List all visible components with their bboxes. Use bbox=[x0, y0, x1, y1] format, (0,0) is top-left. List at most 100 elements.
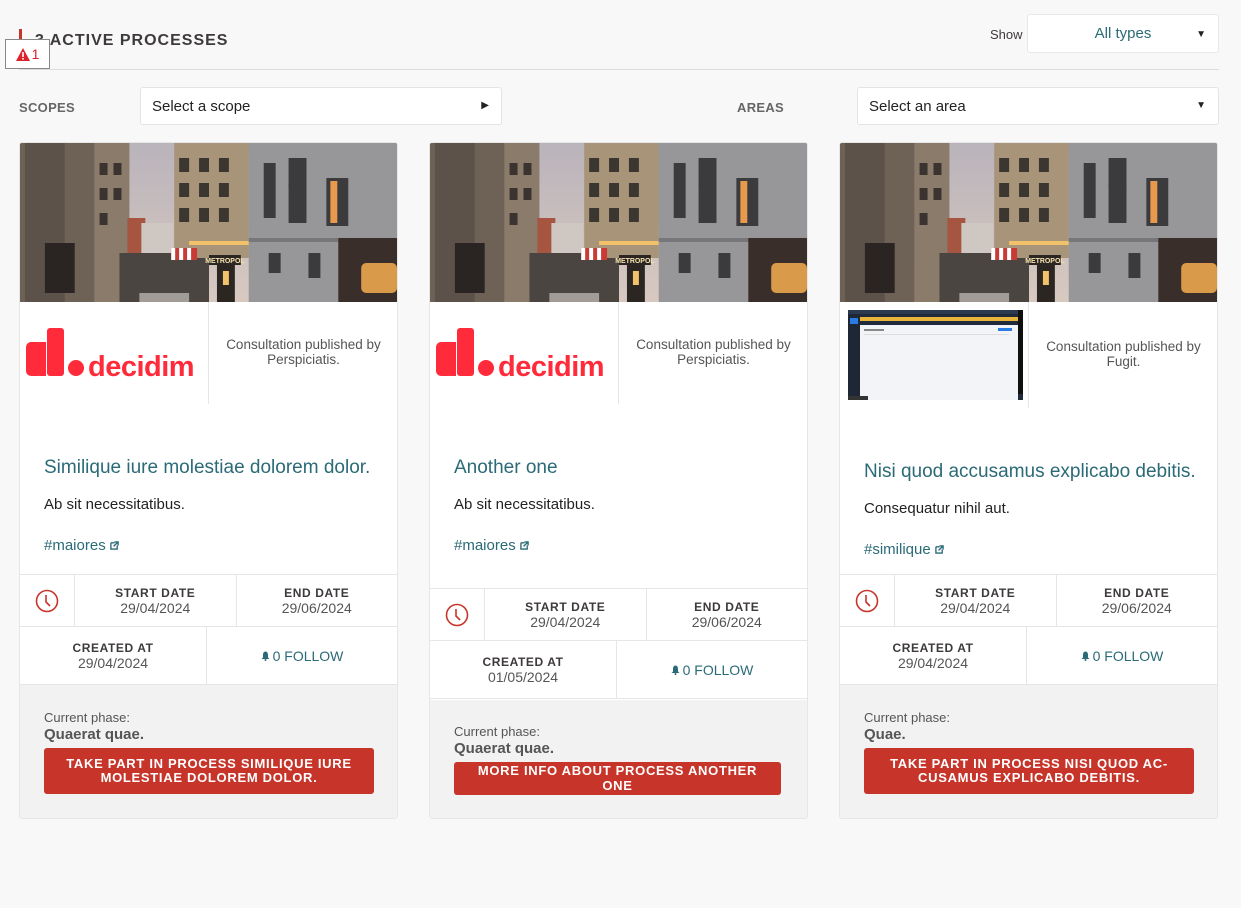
created-at-label: Created at bbox=[482, 654, 564, 669]
follow-count: 0 FOLLOW bbox=[1092, 647, 1164, 664]
external-link-icon bbox=[109, 541, 119, 550]
publisher-text: Consultation published by Fugit. bbox=[1046, 339, 1201, 369]
card-meta: decidim Consultation published by Perspi… bbox=[430, 302, 807, 404]
card-meta: Consultation published by Fugit. bbox=[840, 302, 1217, 408]
dates-row: Start date 29/04/2024 End date 29/06/202… bbox=[430, 588, 807, 641]
external-link-icon bbox=[519, 541, 529, 550]
organization-logo bbox=[840, 302, 1029, 408]
current-phase-label: Current phase: bbox=[864, 710, 950, 725]
process-hero-image[interactable]: METROPOL bbox=[430, 143, 807, 302]
clock-cell bbox=[840, 575, 895, 626]
follow-button[interactable]: 0 FOLLOW bbox=[1027, 627, 1217, 684]
clock-icon bbox=[35, 589, 59, 612]
process-card[interactable]: METROPOL decidim Consultation published … bbox=[429, 142, 808, 819]
external-link-icon bbox=[934, 545, 944, 554]
card-footer: Current phase: Quaerat quae. Take part i… bbox=[20, 685, 397, 818]
current-phase-label: Current phase: bbox=[44, 710, 130, 725]
start-date-value: 29/04/2024 bbox=[120, 599, 191, 616]
process-title-link[interactable]: Similique iure molestiae dolorem dolor. bbox=[44, 457, 370, 479]
page-title: 3 Active Processes bbox=[35, 32, 229, 49]
take-part-button[interactable]: Take part in process Nisi quod ac-cusamu… bbox=[864, 748, 1194, 794]
street-photo: METROPOL bbox=[840, 143, 1217, 302]
clock-icon bbox=[445, 603, 469, 626]
start-date-value: 29/04/2024 bbox=[940, 599, 1011, 616]
start-date-label: Start date bbox=[525, 599, 606, 614]
created-at-value: 29/04/2024 bbox=[897, 654, 969, 671]
hashtag-link[interactable]: #maiores bbox=[454, 537, 529, 554]
svg-text:decidim: decidim bbox=[498, 351, 604, 378]
hashtag-text: #maiores bbox=[454, 537, 516, 554]
process-title-link[interactable]: Another one bbox=[454, 457, 558, 479]
process-hero-image[interactable]: METROPOL bbox=[840, 143, 1217, 302]
end-date-value: 29/06/2024 bbox=[1101, 599, 1172, 616]
end-date-cell: End date 29/06/2024 bbox=[235, 575, 398, 626]
end-date-cell: End date 29/06/2024 bbox=[645, 589, 808, 640]
end-date-cell: End date 29/06/2024 bbox=[1055, 575, 1218, 626]
created-at-label: Created at bbox=[892, 640, 974, 655]
publisher-text: Consultation published by Perspiciatis. bbox=[226, 337, 381, 367]
area-select-value: Select an area bbox=[869, 98, 966, 115]
card-footer: Current phase: Quae. Take part in proces… bbox=[840, 685, 1217, 818]
end-date-label: End date bbox=[694, 599, 760, 614]
bell-icon bbox=[671, 665, 680, 675]
created-at-value: 01/05/2024 bbox=[487, 668, 559, 685]
hashtag-link[interactable]: #similique bbox=[864, 541, 944, 558]
scope-select[interactable]: Select a scope ▶ bbox=[140, 87, 502, 125]
end-date-label: End date bbox=[1104, 585, 1170, 600]
process-title-link[interactable]: Nisi quod accusamus explicabo debitis. bbox=[864, 461, 1196, 483]
card-footer: Current phase: Quaerat quae. More info a… bbox=[430, 700, 807, 818]
more-info-button[interactable]: More info about process Another one bbox=[454, 762, 781, 795]
start-date-cell: Start date 29/04/2024 bbox=[485, 589, 646, 640]
street-photo: METROPOL bbox=[20, 143, 397, 302]
show-label: Show bbox=[990, 27, 1023, 42]
area-select[interactable]: Select an area ▼ bbox=[857, 87, 1219, 125]
scope-select-value: Select a scope bbox=[152, 98, 251, 115]
dates-row: Start date 29/04/2024 End date 29/06/202… bbox=[20, 574, 397, 627]
type-filter-value: All types bbox=[1094, 25, 1152, 42]
process-card[interactable]: METROPOL Consultation published by Fugit… bbox=[839, 142, 1218, 819]
start-date-label: Start date bbox=[935, 585, 1016, 600]
caret-down-icon: ▼ bbox=[1196, 29, 1206, 40]
bell-icon bbox=[261, 651, 270, 661]
process-description: Consequatur nihil aut. bbox=[864, 500, 1010, 517]
end-date-value: 29/06/2024 bbox=[691, 613, 762, 630]
hashtag-text: #maiores bbox=[44, 537, 106, 554]
take-part-button[interactable]: Take part in process Similique iure mole… bbox=[44, 748, 374, 794]
type-filter-select[interactable]: All types ▼ bbox=[1027, 14, 1219, 53]
follow-button[interactable]: 0 FOLLOW bbox=[207, 627, 397, 684]
info-row: Created at 29/04/2024 0 FOLLOW bbox=[20, 627, 397, 685]
hashtag-link[interactable]: #maiores bbox=[44, 537, 119, 554]
organization-logo: decidim bbox=[430, 302, 619, 404]
decidim-logo: decidim bbox=[26, 328, 195, 378]
end-date-value: 29/06/2024 bbox=[281, 599, 352, 616]
start-date-value: 29/04/2024 bbox=[530, 613, 601, 630]
alert-count: 1 bbox=[31, 46, 40, 62]
start-date-cell: Start date 29/04/2024 bbox=[75, 575, 236, 626]
follow-button[interactable]: 0 FOLLOW bbox=[617, 641, 807, 698]
bell-icon bbox=[1081, 651, 1090, 661]
created-at-value: 29/04/2024 bbox=[77, 654, 149, 671]
accessibility-alert-badge[interactable]: 1 bbox=[5, 39, 50, 69]
caret-right-icon: ▶ bbox=[481, 100, 489, 111]
follow-count: 0 FOLLOW bbox=[682, 661, 754, 678]
svg-text:decidim: decidim bbox=[88, 351, 194, 378]
process-card[interactable]: METROPOL decidim Consultation published … bbox=[19, 142, 398, 819]
areas-label: Areas bbox=[737, 100, 785, 115]
organization-logo: decidim bbox=[20, 302, 209, 404]
end-date-label: End date bbox=[284, 585, 350, 600]
current-phase-label: Current phase: bbox=[454, 724, 540, 739]
scopes-label: Scopes bbox=[19, 100, 75, 115]
start-date-label: Start date bbox=[115, 585, 196, 600]
warning-icon bbox=[15, 47, 30, 61]
clock-cell bbox=[20, 575, 75, 626]
svg-text:METROPOL: METROPOL bbox=[205, 258, 245, 265]
clock-cell bbox=[430, 589, 485, 640]
publisher-text: Consultation published by Perspiciatis. bbox=[636, 337, 791, 367]
current-phase-value: Quaerat quae. bbox=[44, 726, 145, 743]
caret-down-icon: ▼ bbox=[1196, 100, 1206, 111]
process-hero-image[interactable]: METROPOL bbox=[20, 143, 397, 302]
clock-icon bbox=[855, 589, 879, 612]
created-at-cell: Created at 29/04/2024 bbox=[840, 627, 1027, 684]
created-at-cell: Created at 01/05/2024 bbox=[430, 641, 617, 698]
dates-row: Start date 29/04/2024 End date 29/06/202… bbox=[840, 574, 1217, 627]
